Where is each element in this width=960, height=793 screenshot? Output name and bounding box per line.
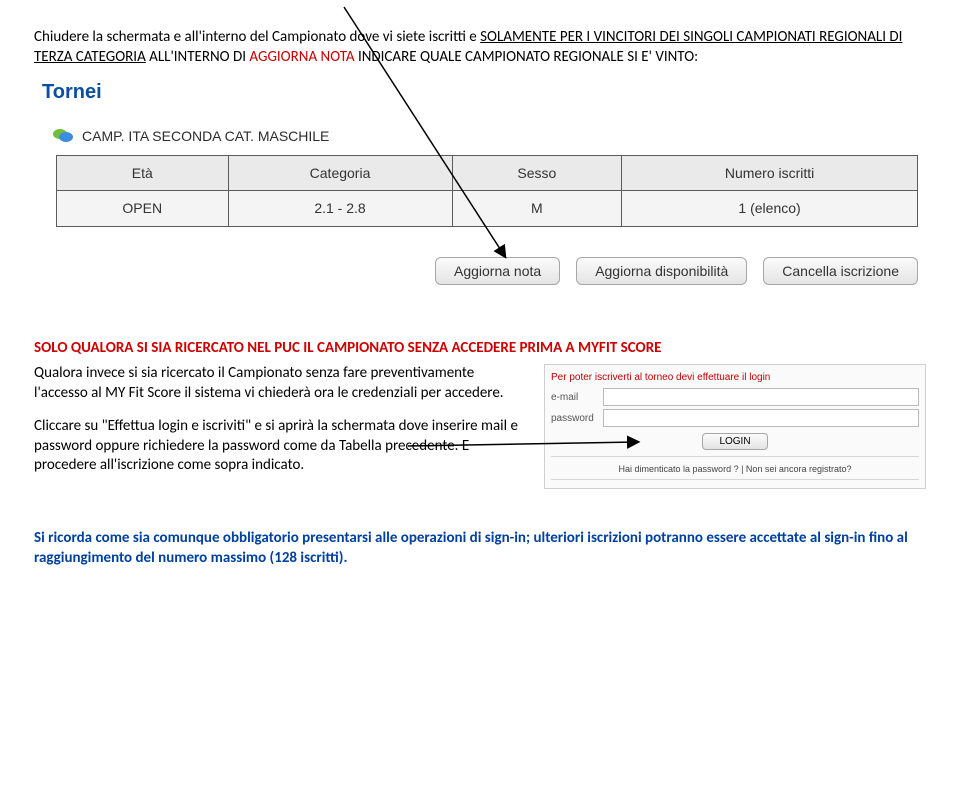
login-button[interactable]: LOGIN xyxy=(702,433,767,450)
login-message: Per poter iscriverti al torneo devi effe… xyxy=(551,371,919,384)
email-field[interactable] xyxy=(603,388,919,406)
tornei-title: Tornei xyxy=(42,79,926,105)
middle-p2: Cliccare su "Effettua login e iscriviti"… xyxy=(34,417,526,476)
aggiorna-nota-button[interactable]: Aggiorna nota xyxy=(435,257,560,285)
cancella-iscrizione-button[interactable]: Cancella iscrizione xyxy=(763,257,918,285)
footer-paragraph: Si ricorda come sia comunque obbligatori… xyxy=(34,529,926,568)
hdr-categoria: Categoria xyxy=(228,156,452,191)
login-email-label: e-mail xyxy=(551,391,603,404)
intro-text-c: ALL'INTERNO DI xyxy=(146,48,250,66)
camp-row: CAMP. ITA SECONDA CAT. MASCHILE xyxy=(42,127,926,145)
intro-text-a: Chiudere la schermata e all'interno del … xyxy=(34,28,480,46)
login-email-row: e-mail xyxy=(551,388,919,406)
left-col: Qualora invece si sia ricercato il Campi… xyxy=(34,364,526,480)
login-pwd-label: password xyxy=(551,412,603,425)
intro-text-e: INDICARE QUALE CAMPIONATO REGIONALE SI E… xyxy=(355,48,699,66)
red-heading: SOLO QUALORA SI SIA RICERCATO NEL PUC IL… xyxy=(34,339,926,359)
cell-categoria: 2.1 - 2.8 xyxy=(228,191,452,226)
button-row: Aggiorna nota Aggiorna disponibilità Can… xyxy=(42,257,918,285)
hdr-eta: Età xyxy=(57,156,229,191)
login-pwd-row: password xyxy=(551,409,919,427)
hdr-sesso: Sesso xyxy=(452,156,622,191)
footer-blue: Si ricorda come sia comunque obbligatori… xyxy=(34,529,908,567)
table-header: Età Categoria Sesso Numero iscritti xyxy=(57,156,918,191)
login-divider: Hai dimenticato la password ? | Non sei … xyxy=(551,456,919,480)
cell-iscritti: 1 (elenco) xyxy=(622,191,918,226)
password-field[interactable] xyxy=(603,409,919,427)
two-col: Qualora invece si sia ricercato il Campi… xyxy=(34,364,926,489)
intro-red-d: AGGIORNA NOTA xyxy=(249,48,354,66)
middle-p1: Qualora invece si sia ricercato il Campi… xyxy=(34,364,526,403)
aggiorna-disponibilita-button[interactable]: Aggiorna disponibilità xyxy=(576,257,747,285)
camp-table: Età Categoria Sesso Numero iscritti OPEN… xyxy=(56,155,918,226)
cell-eta: OPEN xyxy=(57,191,229,226)
tornei-panel: Tornei CAMP. ITA SECONDA CAT. MASCHILE E… xyxy=(34,79,926,285)
chat-bubble-icon xyxy=(52,127,74,145)
login-links[interactable]: Hai dimenticato la password ? | Non sei … xyxy=(619,464,852,476)
table-row: OPEN 2.1 - 2.8 M 1 (elenco) xyxy=(57,191,918,226)
cell-sesso: M xyxy=(452,191,622,226)
login-panel: Per poter iscriverti al torneo devi effe… xyxy=(544,364,926,489)
intro-paragraph: Chiudere la schermata e all'interno del … xyxy=(34,28,926,67)
camp-name: CAMP. ITA SECONDA CAT. MASCHILE xyxy=(82,127,329,145)
hdr-iscritti: Numero iscritti xyxy=(622,156,918,191)
